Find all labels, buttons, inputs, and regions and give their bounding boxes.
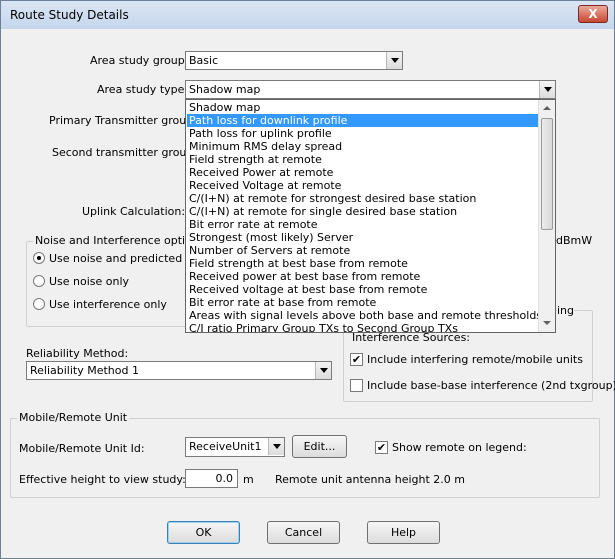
antenna-height-text: Remote unit antenna height 2.0 m [275,473,465,486]
uplink-label: Uplink Calculation: [82,205,186,218]
dropdown-item-selected[interactable]: Path loss for downlink profile [187,114,539,127]
dropdown-item[interactable]: Bit error rate at base from remote [187,296,539,309]
chevron-down-icon[interactable] [315,362,331,379]
mobile-group-title: Mobile/Remote Unit [17,411,130,424]
dropdown-item[interactable]: Number of Servers at remote [187,244,539,257]
area-study-group-label: Area study group: [90,54,189,67]
chevron-down-icon[interactable] [268,438,284,455]
dropdown-item[interactable]: Received power at best base from remote [187,270,539,283]
scroll-thumb[interactable] [541,118,553,230]
dropdown-item[interactable]: Received voltage at best base from remot… [187,283,539,296]
ok-button[interactable]: OK [167,521,240,544]
close-icon[interactable]: X [578,5,608,23]
chevron-down-icon[interactable] [539,81,555,98]
primary-tx-label: Primary Transmitter group: [49,114,197,127]
unit-id-select[interactable]: ReceiveUnit1 [185,437,285,457]
second-tx-label: Second transmitter group: [52,146,198,159]
dbmw-label: dBmW [556,234,593,247]
radio-noise-only[interactable] [33,275,45,287]
dropdown-item[interactable]: Areas with signal levels above both base… [187,309,542,322]
dropdown-item[interactable]: Path loss for uplink profile [187,127,539,140]
dropdown-item[interactable]: Bit error rate at remote [187,218,539,231]
show-remote-checkbox[interactable]: ✔ [375,441,388,454]
show-remote-label: Show remote on legend: [392,441,527,454]
edit-button[interactable]: Edit... [292,435,347,458]
window-title: Route Study Details [10,8,129,22]
interference-group-title: ing [557,304,575,317]
eff-height-label: Effective height to view study: [19,473,186,486]
dropdown-item[interactable]: C/I ratio Primary Group TXs to Second Gr… [187,322,539,332]
include-remote-label: Include interfering remote/mobile units [367,353,583,366]
help-button[interactable]: Help [367,521,440,544]
unit-id-value: ReceiveUnit1 [189,440,262,453]
eff-height-unit: m [243,473,254,486]
area-study-group-value: Basic [189,54,219,67]
unit-id-label: Mobile/Remote Unit Id: [19,442,145,455]
dropdown-item[interactable]: Received Power at remote [187,166,539,179]
radio-noise-predicted[interactable] [33,252,45,264]
area-study-type-select[interactable]: Shadow map [185,80,556,99]
scroll-down-icon[interactable] [539,315,555,332]
dropdown-item[interactable]: Field strength at remote [187,153,539,166]
noise-option-1-label: Use noise and predicted inte [49,252,207,265]
reliability-value: Reliability Method 1 [30,364,139,377]
area-study-group-select[interactable]: Basic [185,51,403,70]
dropdown-scrollbar[interactable] [538,100,555,332]
radio-interference-only[interactable] [33,298,45,310]
study-type-dropdown-list[interactable]: Shadow map Path loss for downlink profil… [185,99,556,333]
reliability-select[interactable]: Reliability Method 1 [26,361,332,380]
dropdown-item[interactable]: Received Voltage at remote [187,179,539,192]
noise-group-title: Noise and Interference options [33,234,207,247]
chevron-down-icon[interactable] [386,52,402,69]
include-remote-checkbox[interactable]: ✔ [350,353,363,366]
cancel-button[interactable]: Cancel [267,521,340,544]
reliability-label: Reliability Method: [26,347,129,360]
dropdown-item[interactable]: Minimum RMS delay spread [187,140,539,153]
dropdown-item[interactable]: Field strength at best base from remote [187,257,539,270]
dropdown-item[interactable]: Shadow map [187,101,539,114]
scroll-up-icon[interactable] [539,100,555,117]
mobile-remote-group: Mobile/Remote Unit [10,411,600,498]
area-study-type-value: Shadow map [189,83,261,96]
area-study-type-label: Area study type: [97,83,189,96]
include-base-label: Include base-base interference (2nd txgr… [367,379,615,392]
eff-height-input[interactable]: 0.0 [185,469,238,488]
noise-option-3-label: Use interference only [49,298,167,311]
noise-option-2-label: Use noise only [49,275,130,288]
include-base-checkbox[interactable] [350,379,363,392]
dropdown-item[interactable]: Strongest (most likely) Server [187,231,539,244]
dropdown-item[interactable]: C/(I+N) at remote for single desired bas… [187,205,539,218]
dropdown-item[interactable]: C/(I+N) at remote for strongest desired … [187,192,539,205]
title-bar: Route Study Details X [1,1,614,29]
